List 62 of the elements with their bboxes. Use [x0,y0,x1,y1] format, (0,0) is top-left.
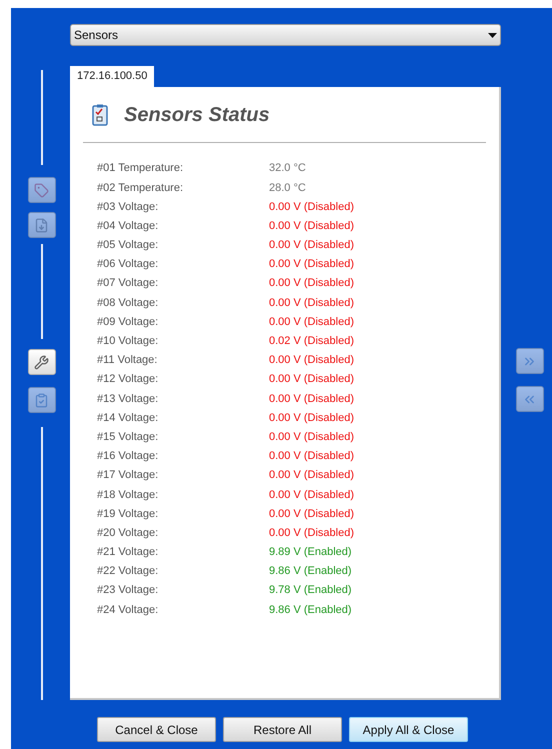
sensor-label: #17 Voltage: [97,468,160,484]
sensor-label: #05 Voltage: [97,238,160,254]
panel-title: Sensors Status [124,102,270,128]
tab[interactable]: 172.16.100.50 [70,66,154,87]
sensor-value: 0.00 V (Disabled) [269,526,354,541]
sensor-label: #06 Voltage: [97,257,160,272]
dialog-button[interactable]: Apply All & Close [349,717,468,742]
sensor-label: #10 Voltage: [97,334,160,350]
dialog-button[interactable]: Cancel & Close [97,717,216,742]
sensor-value: 0.00 V (Disabled) [269,506,354,522]
sensor-label: #20 Voltage: [97,526,160,541]
sensor-value: 0.00 V (Disabled) [269,372,354,388]
sensor-value: 0.00 V (Disabled) [269,218,354,234]
sensor-label: #23 Voltage: [97,583,160,598]
sensor-label: #09 Voltage: [97,314,160,330]
sensor-value: 0.00 V (Disabled) [269,392,354,407]
sensor-label: #03 Voltage: [97,200,160,215]
sensor-label: #21 Voltage: [97,545,160,560]
wrench-icon [34,354,49,370]
sensor-label: #16 Voltage: [97,449,160,464]
sensor-label: #13 Voltage: [97,392,160,407]
sensor-value: 0.00 V (Disabled) [269,257,354,272]
tag-icon [34,182,49,198]
sensor-value: 0.02 V (Disabled) [269,334,354,350]
sensor-value: 0.00 V (Disabled) [269,468,354,484]
sensor-label: #18 Voltage: [97,488,160,503]
sensor-label: #11 Voltage: [97,353,158,368]
dropdown-caret-icon [488,32,497,38]
sensor-value: 9.78 V (Enabled) [269,583,352,598]
dialog-button[interactable]: Restore All [223,717,342,742]
sensor-label: #19 Voltage: [97,506,160,522]
sensor-value: 0.00 V (Disabled) [269,296,354,311]
sensor-value: 0.00 V (Disabled) [269,238,354,254]
clipboard-icon [92,104,108,126]
sensor-value: 0.00 V (Disabled) [269,488,354,503]
document-icon [34,218,49,232]
sensor-label: #08 Voltage: [97,296,160,311]
sensor-value: 0.00 V (Disabled) [269,314,354,330]
sensor-label: #14 Voltage: [97,410,160,426]
sensor-label: #24 Voltage: [97,602,160,618]
sensor-value: 0.00 V (Disabled) [269,430,354,445]
sensor-label: #01 Temperature: [97,161,184,176]
sensor-label: #15 Voltage: [97,430,160,445]
sensor-value: 0.00 V (Disabled) [269,449,354,464]
dropdown-value: Sensors [74,27,118,44]
sensor-value: 0.00 V (Disabled) [269,200,354,215]
sensor-value: 0.00 V (Disabled) [269,410,354,426]
sensor-value: 9.86 V (Enabled) [269,564,352,580]
sensor-dropdown[interactable]: Sensors [70,24,501,46]
sensor-label: #04 Voltage: [97,218,160,234]
tool-button[interactable] [28,349,56,375]
sensor-value: 9.89 V (Enabled) [269,545,352,560]
sensor-value: 32.0 °C [269,161,306,176]
sensor-value: 0.00 V (Disabled) [269,353,354,368]
sensor-label: #07 Voltage: [97,276,160,292]
sensor-value: 9.86 V (Enabled) [269,602,352,618]
sensor-label: #22 Voltage: [97,564,160,580]
sensor-label: #02 Temperature: [97,180,184,196]
clipboard-icon [34,392,49,408]
sensor-label: #12 Voltage: [97,372,160,388]
sensor-value: 28.0 °C [269,180,306,196]
sensor-value: 0.00 V (Disabled) [269,276,354,292]
